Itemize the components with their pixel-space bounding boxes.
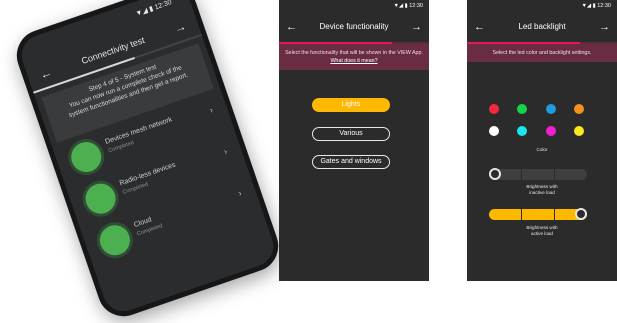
led-backlight-screen: ▼◢ ▮ 12:30 ← Led backlight → Select the … [467, 0, 617, 281]
cloud-icon [95, 221, 134, 260]
forward-arrow-icon[interactable]: → [170, 13, 190, 41]
instruction-band: Select the led color and backlight setti… [467, 44, 617, 62]
option-lights-button[interactable]: Lights [312, 98, 390, 112]
chevron-right-icon: › [236, 187, 243, 199]
chevron-right-icon: › [222, 146, 229, 157]
color-swatch[interactable] [574, 126, 584, 136]
color-swatch[interactable] [489, 126, 499, 136]
screen-title: Led backlight [518, 22, 566, 31]
back-arrow-icon[interactable]: ← [474, 12, 485, 42]
color-label: Color [536, 147, 548, 152]
what-does-it-mean-link[interactable]: What does it mean? [330, 58, 377, 64]
color-swatch[interactable] [574, 104, 584, 114]
instruction-text: Select the led color and backlight setti… [492, 50, 592, 56]
color-swatch[interactable] [489, 104, 499, 114]
inactive-brightness-slider[interactable] [489, 169, 587, 180]
network-icon [67, 137, 106, 177]
screen-header: ← Device functionality → [279, 12, 429, 42]
active-label: active load [531, 231, 553, 236]
screen-title: Connectivity test [80, 35, 146, 66]
screen-header: ← Led backlight → [467, 12, 617, 42]
color-swatch[interactable] [546, 104, 556, 114]
inactive-label: inactive load [529, 190, 555, 195]
slider-thumb[interactable] [575, 208, 587, 220]
option-gates-windows-button[interactable]: Gates and windows [312, 155, 390, 169]
status-bar: ▼◢ ▮ 12:30 [134, 0, 173, 18]
forward-arrow-icon[interactable]: → [599, 12, 610, 42]
status-bar: ▼◢ ▮ 12:30 [393, 3, 423, 9]
back-arrow-icon[interactable]: ← [286, 12, 297, 42]
chevron-right-icon: › [208, 104, 215, 115]
status-bar: ▼◢ ▮ 12:30 [581, 3, 611, 9]
active-brightness-slider[interactable] [489, 209, 587, 220]
instruction-text: Select the functionality that will be sh… [285, 50, 423, 56]
forward-arrow-icon[interactable]: → [411, 12, 422, 42]
option-various-button[interactable]: Various [312, 127, 390, 141]
color-swatch[interactable] [517, 126, 527, 136]
screen-title: Device functionality [319, 22, 389, 31]
phone-photo: ▼◢ ▮ 12:30 ← Connectivity test → Step 4 … [9, 0, 286, 323]
device-icon [81, 179, 120, 218]
color-swatch[interactable] [546, 126, 556, 136]
instruction-band: Select the functionality that will be sh… [279, 44, 429, 70]
device-functionality-screen: ▼◢ ▮ 12:30 ← Device functionality → Sele… [279, 0, 429, 281]
back-arrow-icon[interactable]: ← [36, 59, 56, 87]
color-swatch[interactable] [517, 104, 527, 114]
slider-thumb[interactable] [489, 168, 501, 180]
